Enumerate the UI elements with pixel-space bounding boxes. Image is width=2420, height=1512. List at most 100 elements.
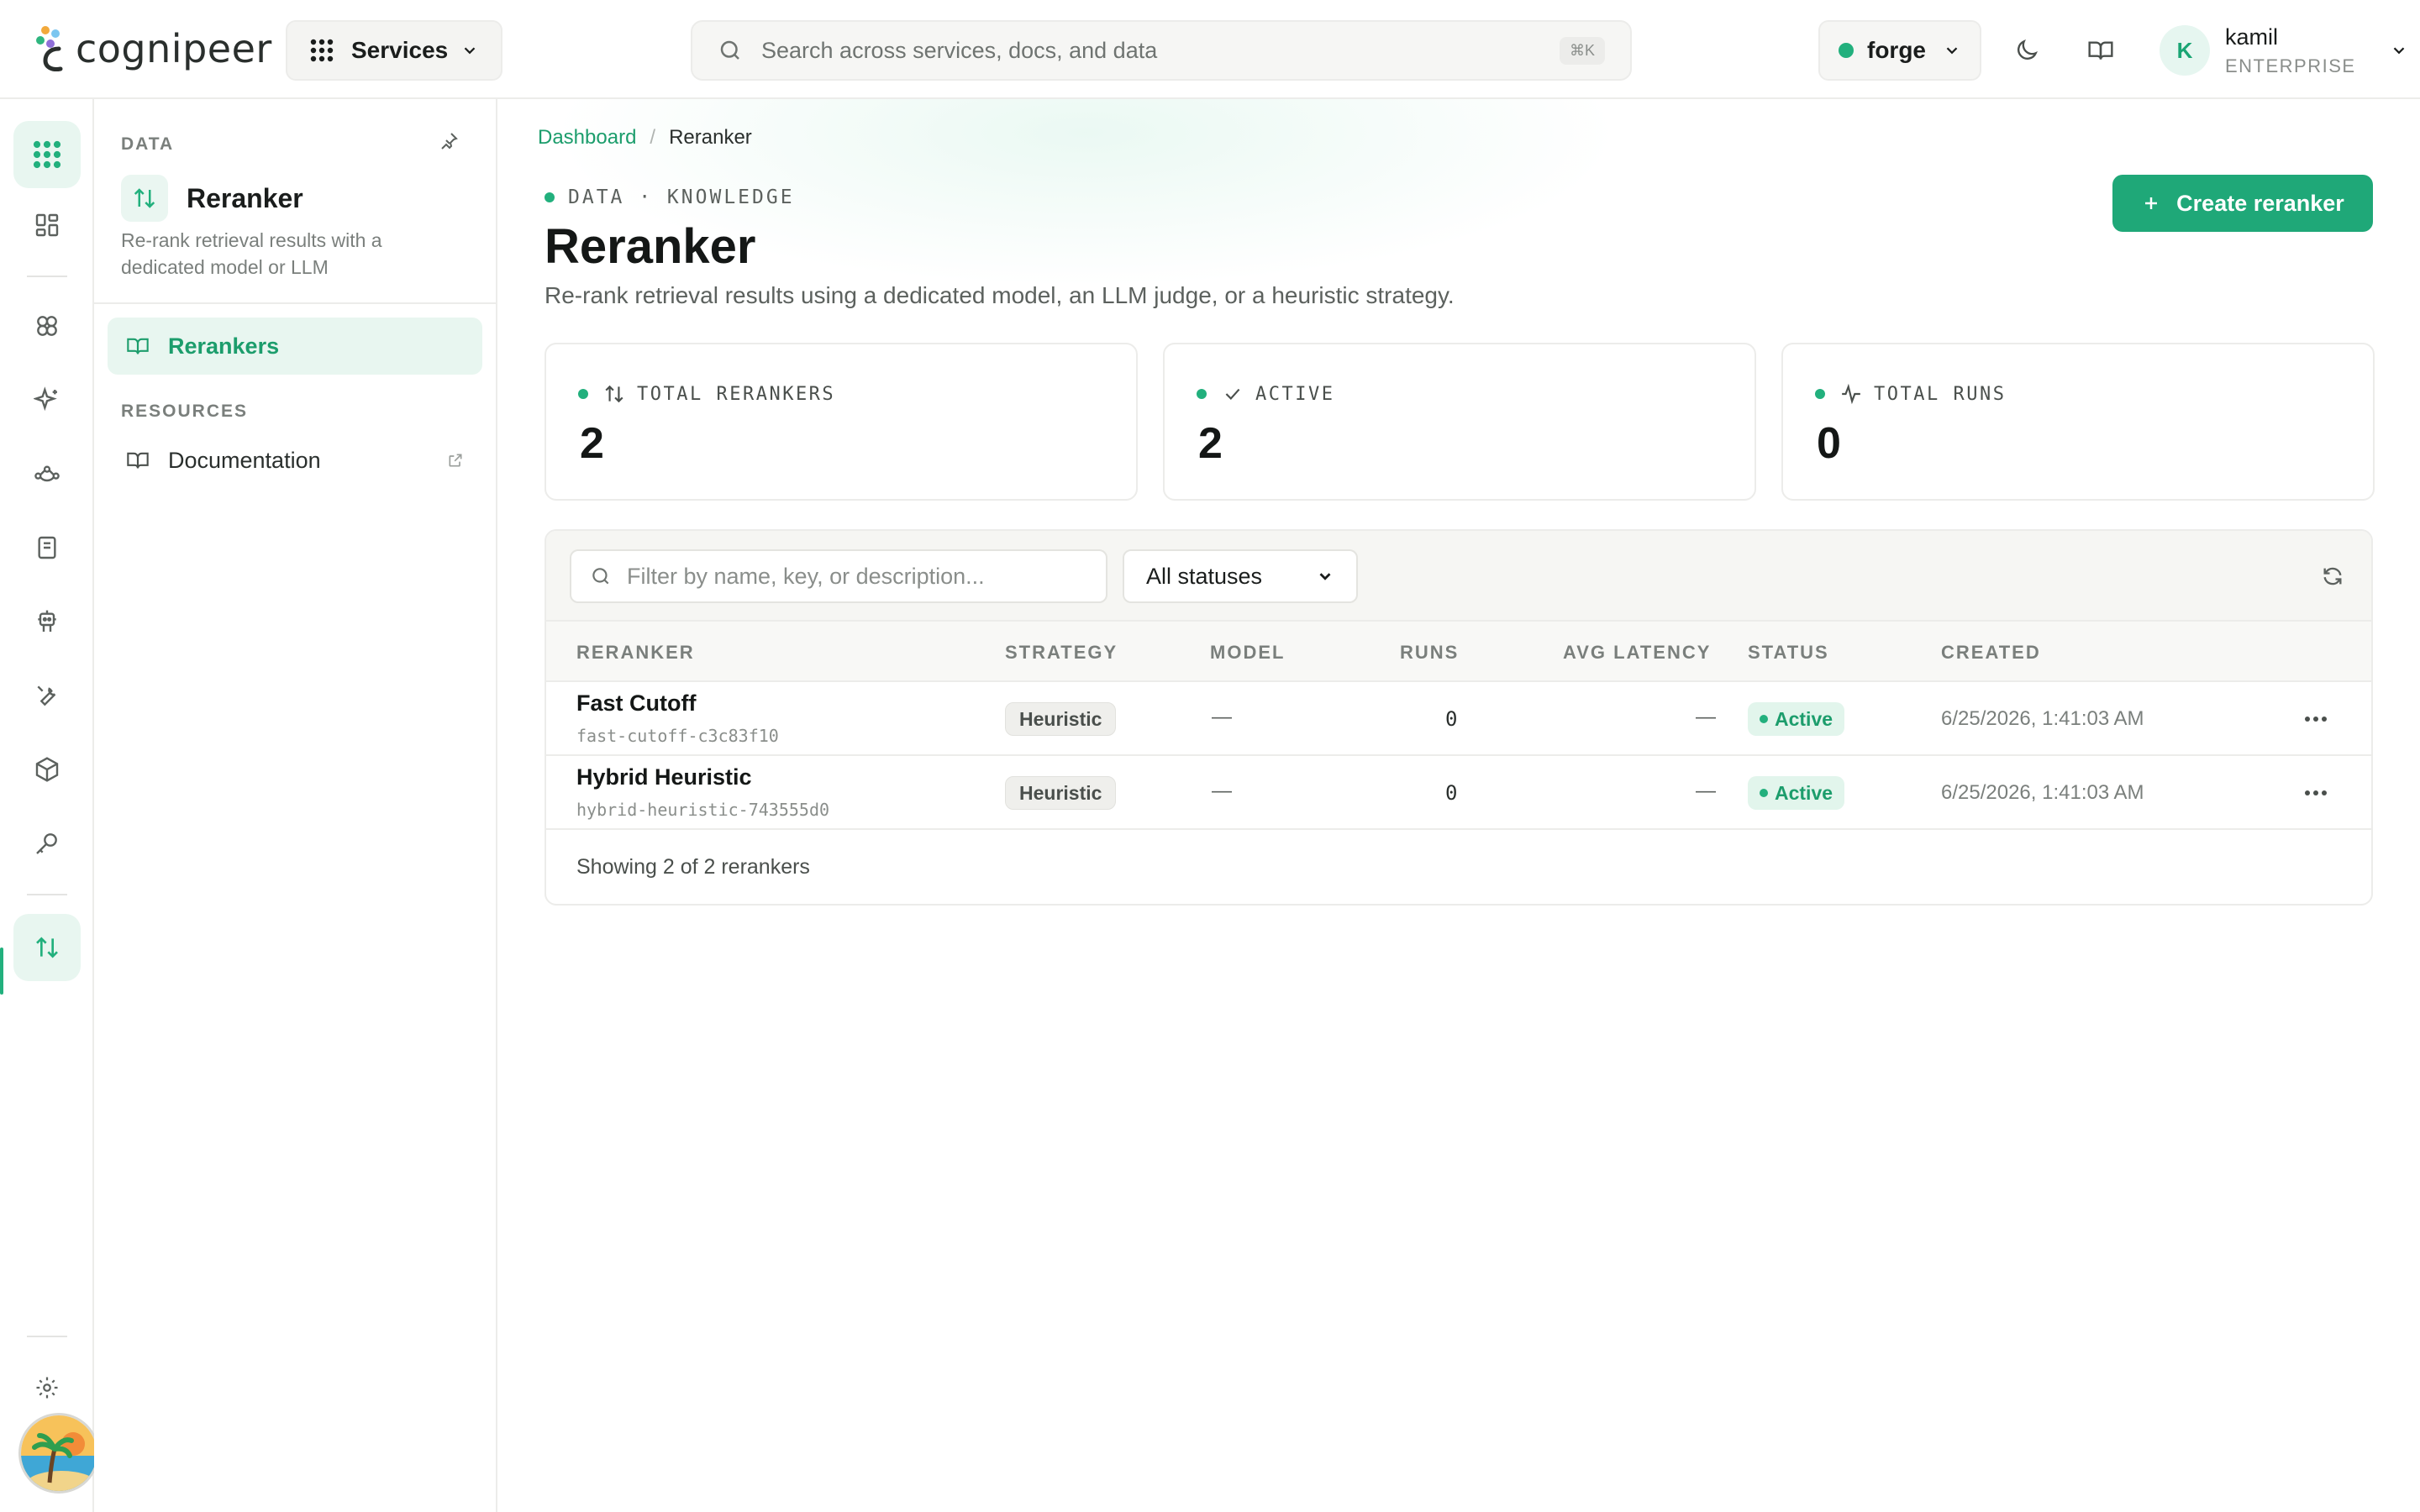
sidebar-title-text: Reranker <box>187 182 303 213</box>
sparkles-icon <box>34 386 57 412</box>
latency-value: — <box>1696 780 1716 802</box>
search-icon <box>592 568 609 585</box>
refresh-button[interactable] <box>2316 559 2349 593</box>
status-dot <box>1760 789 1768 797</box>
status-filter-select[interactable]: All statuses <box>1123 549 1358 603</box>
search-shortcut: ⌘K <box>1559 36 1605 65</box>
breadcrumb-link-dashboard[interactable]: Dashboard <box>538 126 636 150</box>
more-horizontal-icon <box>2305 790 2327 795</box>
row-actions-button[interactable] <box>2299 780 2333 806</box>
docs-button[interactable] <box>2082 32 2119 69</box>
chevron-down-icon <box>1319 573 1331 580</box>
reranker-key: fast-cutoff-c3c83f10 <box>576 726 779 746</box>
services-label: Services <box>351 37 449 63</box>
services-button[interactable]: Services <box>286 20 502 81</box>
rerank-arrows-icon <box>134 188 155 208</box>
rail-packages[interactable] <box>13 736 81 803</box>
stat-dot <box>1815 389 1825 399</box>
profile-photo[interactable] <box>18 1413 99 1494</box>
stat-dot <box>1197 389 1207 399</box>
sidebar: DATA Reranker Re-rank retrieval results … <box>94 99 497 1512</box>
status-dot <box>1760 715 1768 723</box>
sidebar-item-rerankers[interactable]: Rerankers <box>108 318 482 375</box>
chevron-down-icon <box>464 47 476 55</box>
rail-separator <box>27 1336 67 1337</box>
rail-dashboard[interactable] <box>13 192 81 259</box>
stat-label-row: TOTAL RUNS <box>1815 383 2006 405</box>
column-header[interactable]: STRATEGY <box>1005 642 1118 664</box>
latency-value: — <box>1696 706 1716 728</box>
search-placeholder: Search across services, docs, and data <box>761 37 1158 63</box>
runs-value: 0 <box>1445 781 1458 805</box>
stat-value: 2 <box>580 419 604 468</box>
moon-icon <box>2018 39 2038 60</box>
rail-apps[interactable] <box>13 121 81 188</box>
table-row[interactable]: Hybrid Heuristic hybrid-heuristic-743555… <box>546 756 2371 830</box>
page-eyebrow: DATA · KNOWLEDGE <box>544 186 795 208</box>
dashboard-icon <box>35 213 59 237</box>
rerankers-table-card: Filter by name, key, or description... A… <box>544 529 2373 906</box>
resources-section-label: RESOURCES <box>121 402 249 421</box>
workspace-status-dot <box>1839 43 1854 58</box>
pin-button[interactable] <box>439 131 459 155</box>
column-header[interactable]: RERANKER <box>576 642 695 664</box>
user-menu[interactable]: K kamil ENTERPRISE <box>2160 22 2408 79</box>
table-toolbar: Filter by name, key, or description... A… <box>546 531 2371 622</box>
logo-mark-icon <box>36 26 63 71</box>
settings-icon <box>36 1377 58 1399</box>
column-header[interactable]: AVG LATENCY <box>1563 642 1711 664</box>
table-footer: Showing 2 of 2 rerankers <box>576 855 810 879</box>
user-meta: kamil ENTERPRISE <box>2225 24 2356 77</box>
sidebar-title: Reranker <box>121 175 303 222</box>
column-header[interactable]: RUNS <box>1400 642 1459 664</box>
reranker-name[interactable]: Hybrid Heuristic <box>576 764 752 790</box>
reranker-name[interactable]: Fast Cutoff <box>576 690 696 717</box>
column-header[interactable]: CREATED <box>1941 642 2041 664</box>
row-actions-button[interactable] <box>2299 706 2333 732</box>
workspace-name: forge <box>1867 37 1926 63</box>
create-reranker-label: Create reranker <box>2176 190 2344 216</box>
workspace-switcher[interactable]: forge <box>1818 20 1981 81</box>
sidebar-title-icon-box <box>121 175 168 222</box>
rail-settings[interactable] <box>13 1354 81 1421</box>
breadcrumb-separator: / <box>650 126 656 149</box>
page-subtitle: Re-rank retrieval results using a dedica… <box>544 282 1455 308</box>
plus-icon <box>2145 197 2158 209</box>
theme-toggle-button[interactable] <box>2008 32 2045 69</box>
book-open-icon <box>2088 41 2113 60</box>
rail-models[interactable] <box>13 292 81 360</box>
beach-avatar-icon <box>21 1415 97 1491</box>
rail-agents[interactable] <box>13 588 81 655</box>
table-row[interactable]: Fast Cutoff fast-cutoff-c3c83f10 Heurist… <box>546 682 2371 756</box>
rail-reranker[interactable] <box>13 914 81 981</box>
create-reranker-button[interactable]: Create reranker <box>2112 175 2373 232</box>
logo[interactable]: cognipeer <box>34 22 272 76</box>
stat-label-row: TOTAL RERANKERS <box>578 383 835 405</box>
created-value: 6/25/2026, 1:41:03 AM <box>1941 781 2144 804</box>
rail-notebooks[interactable] <box>13 514 81 581</box>
column-header[interactable]: STATUS <box>1748 642 1829 664</box>
rail-flows[interactable] <box>13 440 81 507</box>
sidebar-divider <box>94 302 496 304</box>
global-search[interactable]: Search across services, docs, and data ⌘… <box>691 20 1632 81</box>
sidebar-description: Re-rank retrieval results with a dedicat… <box>121 229 382 278</box>
rail-tools[interactable] <box>13 662 81 729</box>
eyebrow-dot <box>544 192 555 202</box>
runs-value: 0 <box>1445 707 1458 731</box>
rerank-arrows-icon <box>605 385 623 403</box>
logo-text: cognipeer <box>76 26 272 71</box>
column-header[interactable]: MODEL <box>1210 642 1285 664</box>
workflow-icon <box>34 465 60 482</box>
stat-card-active: ACTIVE 2 <box>1163 343 1756 501</box>
more-horizontal-icon <box>2305 717 2327 722</box>
user-name: kamil <box>2225 24 2279 50</box>
user-plan: ENTERPRISE <box>2225 55 2356 76</box>
cube-icon <box>35 757 59 782</box>
rail-ai[interactable] <box>13 366 81 433</box>
sidebar-item-documentation[interactable]: Documentation <box>108 432 482 489</box>
rail-keys[interactable] <box>13 810 81 877</box>
activity-icon <box>1842 383 1860 405</box>
stat-value: 0 <box>1817 419 1841 468</box>
book-open-icon <box>127 338 149 354</box>
filter-input[interactable]: Filter by name, key, or description... <box>570 549 1107 603</box>
